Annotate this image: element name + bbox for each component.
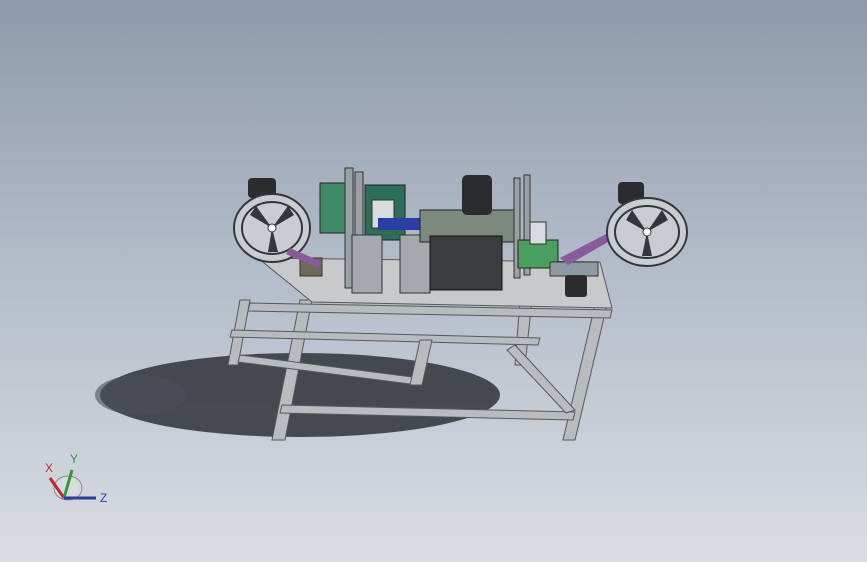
coordinate-triad[interactable]: X Y Z [40,450,120,510]
y-axis-label: Y [70,452,78,466]
center-motor-box [419,174,531,291]
cad-viewport[interactable] [0,0,867,562]
left-feed-assembly [299,167,431,294]
z-axis-label: Z [100,491,107,505]
x-axis-label: X [45,461,53,475]
right-reel [606,182,688,267]
left-reel [233,178,311,263]
